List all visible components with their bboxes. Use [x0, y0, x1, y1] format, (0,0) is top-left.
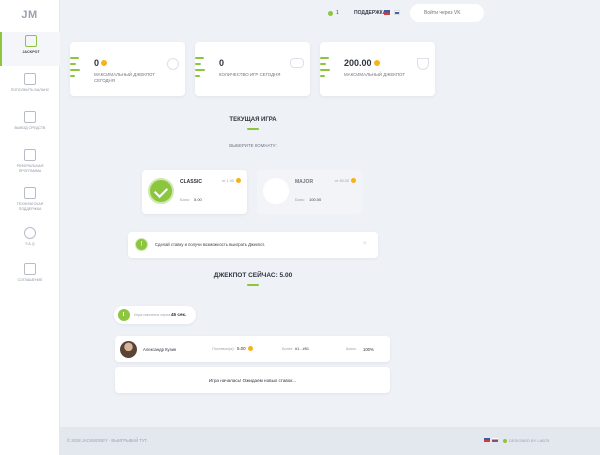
- title-underline: [247, 128, 259, 130]
- sidebar-item-deposit[interactable]: ПОПОЛНИТЬ БАЛАНС: [0, 70, 60, 104]
- flag-en-icon[interactable]: [484, 438, 490, 442]
- room-bank-value: 100.00: [309, 197, 322, 202]
- sidebar-item-label: F.A.Q: [25, 242, 35, 246]
- wallet-icon: [24, 73, 36, 85]
- sidebar-item-agreement[interactable]: СОГЛАШЕНИЕ: [0, 260, 60, 294]
- coin-icon: [247, 346, 253, 351]
- stat-bars-icon: [70, 57, 80, 81]
- room-card-classic[interactable]: CLASSIC от 1.00 Банк: 5.00: [142, 170, 247, 214]
- sidebar-item-withdraw[interactable]: ВЫВОД СРЕДСТВ: [0, 108, 60, 142]
- room-name: MAJOR: [295, 179, 314, 185]
- stat-label: КОЛИЧЕСТВО ИГР СЕГОДНЯ: [219, 72, 281, 77]
- chance-label: Шанс:: [346, 347, 357, 351]
- tickets-label: Билет:: [282, 347, 294, 351]
- sidebar: JM JACKPOT ПОПОЛНИТЬ БАЛАНС ВЫВОД СРЕДСТ…: [0, 0, 60, 455]
- sidebar-item-label: JACKPOT: [22, 50, 40, 54]
- gamepad-icon: [290, 58, 304, 68]
- room-bank-label: Банк:: [180, 197, 190, 202]
- document-icon: [24, 263, 36, 275]
- sidebar-item-label: ТЕХНИЧЕСКАЯ ПОДДЕРЖКА: [16, 202, 44, 211]
- chance-value: 100%: [363, 347, 374, 352]
- support-link[interactable]: ПОДДЕРЖКА: [354, 10, 386, 16]
- stat-bars-icon: [195, 57, 205, 81]
- sidebar-item-support[interactable]: ТЕХНИЧЕСКАЯ ПОДДЕРЖКА: [0, 184, 60, 218]
- stat-card-games-today: 0 КОЛИЧЕСТВО ИГР СЕГОДНЯ: [195, 42, 310, 96]
- stat-card-max-jackpot-today: 0 МАКСИМАЛЬНЫЙ ДЖЕКПОТ СЕГОДНЯ: [70, 42, 185, 96]
- room-bank-label: Банк:: [295, 197, 305, 202]
- stat-value: 200.00: [344, 58, 380, 68]
- sidebar-item-label: ВЫВОД СРЕДСТВ: [14, 126, 46, 130]
- game-icon: [25, 35, 37, 47]
- sidebar-item-label: СОГЛАШЕНИЕ: [17, 278, 43, 282]
- flag-ru-icon[interactable]: [492, 438, 498, 442]
- header: 1 ПОДДЕРЖКА: [60, 0, 600, 27]
- player-name[interactable]: Александр Кузин: [143, 347, 176, 352]
- select-room-subtitle: ВЫБЕРИТЕ КОМНАТУ:: [229, 143, 277, 148]
- designer-credit[interactable]: DESIGNED BY LAB75: [503, 438, 549, 443]
- question-icon: [24, 227, 36, 239]
- stat-bars-icon: [320, 57, 330, 81]
- countdown-timer: Игра начнется через: 45 сек.: [114, 306, 196, 324]
- sidebar-item-label: РЕФЕРАЛЬНАЯ ПРОГРАММА: [16, 164, 44, 173]
- bet-label: Поставил(а):: [212, 347, 235, 351]
- room-circle-icon: [263, 178, 289, 204]
- trophy-icon: [417, 58, 429, 70]
- stat-card-max-jackpot: 200.00 МАКСИМАЛЬНЫЙ ДЖЕКПОТ: [320, 42, 435, 96]
- online-count: 1: [336, 10, 339, 16]
- exclamation-icon: !: [135, 238, 148, 251]
- sidebar-item-jackpot[interactable]: JACKPOT: [0, 32, 60, 66]
- sidebar-item-referral[interactable]: РЕФЕРАЛЬНАЯ ПРОГРАММА: [0, 146, 60, 180]
- room-card-major[interactable]: MAJOR от 50.00 Банк: 100.00: [257, 170, 362, 214]
- timer-value: 45 сек.: [171, 312, 187, 317]
- stat-label: МАКСИМАЛЬНЫЙ ДЖЕКПОТ СЕГОДНЯ: [94, 72, 156, 83]
- info-banner: ! Сделай ставку и получи возможность выи…: [128, 232, 378, 258]
- coin-icon: [101, 60, 108, 66]
- info-text: Сделай ставку и получи возможность выигр…: [155, 242, 266, 247]
- logo[interactable]: JM: [0, 0, 59, 30]
- room-range: от 50.00: [335, 178, 356, 183]
- check-icon: [148, 178, 174, 204]
- coin-icon: [373, 60, 380, 66]
- footer: © 2018 JACKMONEY - ВЫИГРЫВАЙ ТУТ. DESIGN…: [60, 427, 600, 455]
- current-game-title: ТЕКУЩАЯ ИГРА: [229, 117, 277, 123]
- game-status: Игра началась! Ожидаем новых ставок...: [115, 367, 390, 393]
- sidebar-item-faq[interactable]: F.A.Q: [0, 224, 60, 258]
- room-bank-value: 5.00: [194, 197, 202, 202]
- jackpot-now-title: ДЖЕКПОТ СЕЙЧАС: 5.00: [213, 272, 293, 279]
- close-icon[interactable]: ×: [363, 241, 370, 248]
- lab-icon: [503, 438, 507, 443]
- flag-en-icon[interactable]: [384, 10, 390, 15]
- coin-icon: [236, 178, 241, 183]
- tickets-value: #1 - #51: [295, 347, 309, 351]
- referral-icon: [24, 149, 36, 161]
- headset-icon: [24, 187, 36, 199]
- room-range: от 1.00: [222, 178, 241, 183]
- sidebar-item-label: ПОПОЛНИТЬ БАЛАНС: [10, 88, 50, 92]
- login-input[interactable]: [410, 4, 484, 22]
- online-dot-icon: [328, 10, 333, 16]
- coin-icon: [351, 178, 356, 183]
- clock-icon: [118, 309, 130, 321]
- copyright: © 2018 JACKMONEY - ВЫИГРЫВАЙ ТУТ.: [67, 438, 148, 443]
- stat-value: 0: [94, 58, 108, 68]
- fire-icon: [167, 58, 179, 70]
- send-icon: [24, 111, 36, 123]
- stat-value: 0: [219, 58, 225, 68]
- bet-value: 5.00: [237, 346, 253, 351]
- player-row: Александр Кузин Поставил(а): 5.00 Билет:…: [115, 336, 390, 362]
- online-counter: 1: [328, 10, 339, 16]
- stat-label: МАКСИМАЛЬНЫЙ ДЖЕКПОТ: [344, 72, 406, 77]
- flag-ru-icon[interactable]: [394, 10, 400, 15]
- avatar[interactable]: [120, 341, 137, 358]
- title-underline: [247, 284, 259, 286]
- room-name: CLASSIC: [180, 179, 202, 185]
- timer-label: Игра начнется через:: [134, 313, 172, 317]
